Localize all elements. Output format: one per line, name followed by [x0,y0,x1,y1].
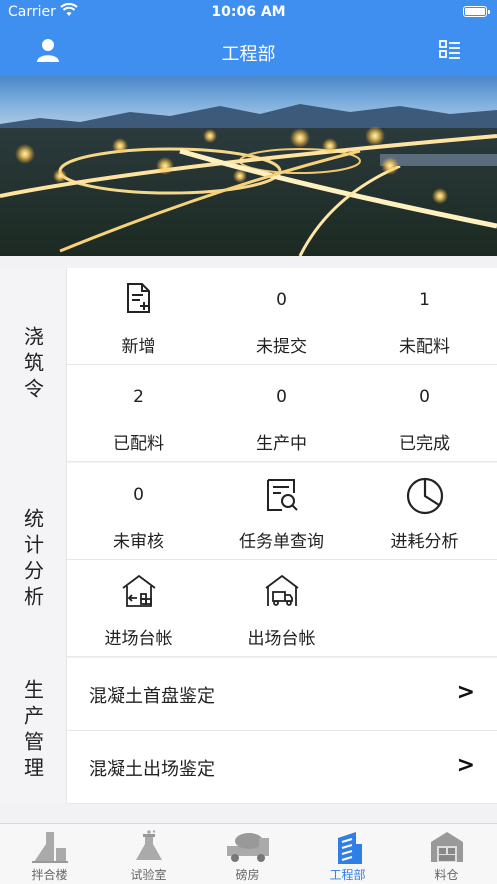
flask-icon [99,830,198,864]
tab-label: 工程部 [329,868,366,882]
unsubmitted-label: 未提交 [256,337,307,357]
consumption-analysis-label: 进耗分析 [390,532,459,552]
tab-mixing-tower[interactable]: 拌合楼 [0,824,99,884]
chevron-right-icon: > [456,680,475,705]
first-batch-appraisal-label: 混凝土首盘鉴定 [89,686,215,707]
pie-chart-icon [353,477,496,515]
pour-order-row-2: 2 已配料 0 生产中 0 已完成 [67,365,497,462]
unreviewed-count: 0 [133,485,144,505]
mixing-tower-icon [0,830,99,864]
battery-icon [463,6,490,17]
tab-engineering[interactable]: 工程部 [298,824,397,884]
task-query-label: 任务单查询 [239,532,324,552]
completed-button[interactable]: 0 已完成 [353,365,496,461]
completed-label: 已完成 [399,434,450,454]
pour-order-section-label: 浇筑令 [0,268,67,462]
batched-label: 已配料 [113,434,164,454]
status-bar: Carrier 10:06 AM [0,0,497,26]
inbound-ledger-label: 进场台帐 [104,629,173,649]
outbound-ledger-button[interactable]: 出场台帐 [210,560,353,656]
statistics-section-label: 统计分析 [0,463,67,657]
unsubmitted-button[interactable]: 0 未提交 [210,268,353,364]
tab-label: 料仓 [434,868,459,882]
banner-image [0,76,497,256]
inbound-ledger-button[interactable]: 进场台帐 [67,560,210,656]
statistics-section: 统计分析 0 未审核 任务单查询 进耗分析 进场台帐 出场台帐 [0,463,497,657]
first-batch-appraisal-item[interactable]: 混凝土首盘鉴定 > [67,658,497,731]
in-production-count: 0 [276,387,287,407]
building-icon [298,830,397,864]
unreviewed-button[interactable]: 0 未审核 [67,463,210,559]
add-document-icon [67,282,210,318]
unbatched-label: 未配料 [399,337,450,357]
tab-label: 磅房 [235,868,260,882]
tab-laboratory[interactable]: 试验室 [99,824,198,884]
menu-list-icon[interactable] [439,40,461,66]
unbatched-count: 1 [419,290,430,310]
consumption-analysis-button[interactable]: 进耗分析 [353,463,496,559]
warehouse-truck-icon [210,574,353,610]
clock: 10:06 AM [211,4,286,20]
tab-label: 试验室 [130,868,167,882]
unreviewed-label: 未审核 [113,532,164,552]
task-query-button[interactable]: 任务单查询 [210,463,353,559]
batched-count: 2 [133,387,144,407]
page-title: 工程部 [221,44,276,65]
outbound-ledger-label: 出场台帐 [247,629,316,649]
tab-label: 拌合楼 [31,868,68,882]
tab-silo[interactable]: 料仓 [397,824,496,884]
production-section-label: 生产管理 [0,658,67,803]
document-search-icon [210,477,353,513]
chevron-right-icon: > [456,753,475,778]
tab-weighbridge[interactable]: 磅房 [198,824,297,884]
production-section: 生产管理 混凝土首盘鉴定 > 混凝土出场鉴定 > [0,658,497,804]
outbound-appraisal-label: 混凝土出场鉴定 [89,759,215,780]
pour-order-section: 浇筑令 新增 0 未提交 1 未配料 2 已配料 0 生产中 0 已完成 [0,268,497,462]
new-order-button[interactable]: 新增 [67,268,210,364]
new-order-label: 新增 [121,337,156,357]
pour-order-row-1: 新增 0 未提交 1 未配料 [67,268,497,365]
warehouse-in-icon [67,574,210,610]
statistics-row-1: 0 未审核 任务单查询 进耗分析 [67,463,497,560]
completed-count: 0 [419,387,430,407]
unbatched-button[interactable]: 1 未配料 [353,268,496,364]
warehouse-icon [397,830,496,864]
nav-bar: 工程部 [0,26,497,76]
outbound-appraisal-item[interactable]: 混凝土出场鉴定 > [67,731,497,804]
in-production-button[interactable]: 0 生产中 [210,365,353,461]
mixer-truck-icon [198,830,297,864]
in-production-label: 生产中 [256,434,307,454]
statistics-row-2: 进场台帐 出场台帐 [67,560,497,657]
batched-button[interactable]: 2 已配料 [67,365,210,461]
unsubmitted-count: 0 [276,290,287,310]
tab-bar: 拌合楼 试验室 磅房 工程部 料仓 [0,823,497,884]
